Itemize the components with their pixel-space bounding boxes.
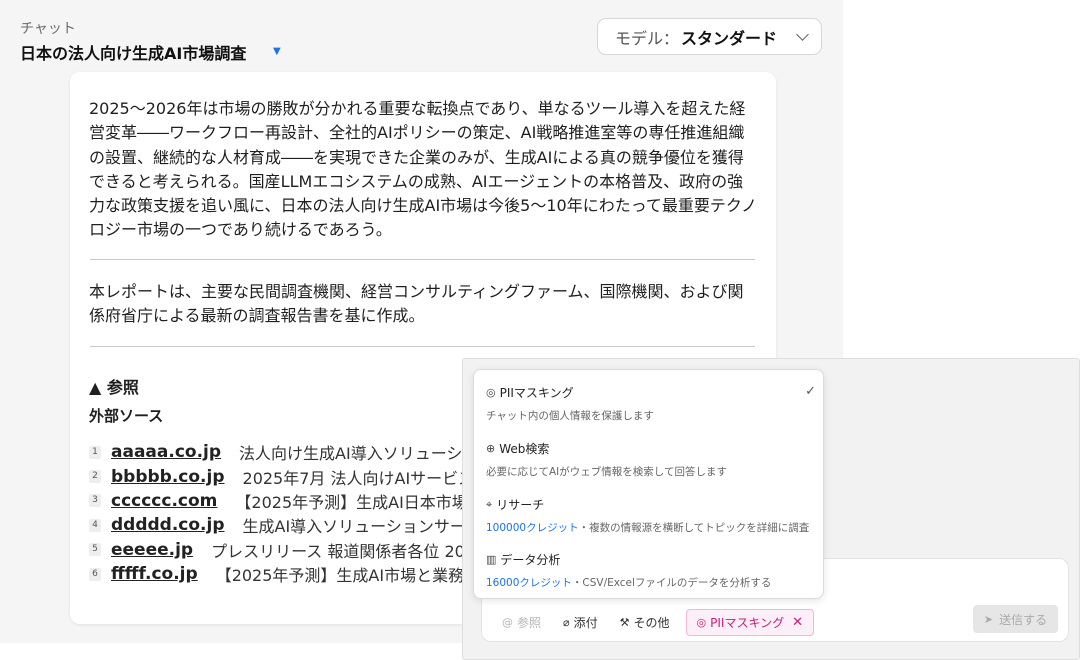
menu-item-pii-masking[interactable]: ◎ PIIマスキング チャット内の個人情報を保護します ✓ (486, 384, 816, 423)
menu-item-title: データ分析 (500, 553, 561, 567)
references-toggle[interactable]: ▲ 参照 (89, 374, 139, 398)
source-title: 【2025年予測】生成AI日本市場 (235, 492, 468, 512)
globe-icon: ⊕ (486, 442, 496, 455)
source-number: 3 (89, 494, 101, 508)
menu-item-title-row: ⌖ リサーチ (486, 496, 816, 513)
menu-item-title: Web検索 (499, 442, 550, 456)
source-title: 法人向け生成AI導入ソリューシ (239, 444, 463, 464)
source-title: プレスリリース 報道関係者各位 20 (211, 541, 465, 561)
menu-item-credit: 100000クレジット (486, 522, 579, 534)
menu-item-title: PIIマスキング (499, 386, 574, 400)
send-icon: ➤ (983, 612, 994, 626)
source-number: 1 (89, 445, 101, 459)
menu-item-data-analysis[interactable]: ▥ データ分析 16000クレジット・CSV/Excelファイルのデータを分析す… (486, 551, 816, 590)
page-subtitle: チャット (20, 21, 76, 37)
close-icon[interactable]: ✕ (792, 615, 803, 630)
send-button[interactable]: ➤ 送信する (973, 605, 1058, 633)
other-label: その他 (633, 616, 670, 630)
source-link[interactable]: cccccc.com (111, 491, 217, 511)
menu-item-credit: 16000クレジット (486, 577, 572, 589)
attach-button[interactable]: ⌀ 添付 (563, 614, 598, 631)
source-link[interactable]: fffff.co.jp (111, 564, 198, 584)
composer-toolbar: @ 参照 ⌀ 添付 ⚒ その他 ◎ PIIマスキング ✕ (502, 609, 815, 636)
source-note-paragraph: 本レポートは、主要な民間調査機関、経営コンサルティングファーム、国際機関、および… (89, 282, 744, 326)
source-title: 生成AI導入ソリューションサー (242, 517, 466, 537)
source-number: 4 (89, 518, 101, 532)
reference-button[interactable]: @ 参照 (502, 614, 541, 631)
menu-item-desc: 必要に応じてAIがウェブ情報を検索して回答します (486, 466, 727, 478)
model-select-value: スタンダード (681, 28, 778, 48)
at-sign-icon: @ (502, 616, 513, 629)
source-link[interactable]: ddddd.co.jp (111, 515, 225, 535)
source-link[interactable]: aaaaa.co.jp (111, 442, 221, 462)
eye-off-icon: ◎ (696, 616, 707, 629)
pii-chip-label: PIIマスキング (710, 616, 785, 630)
menu-item-desc-row: チャット内の個人情報を保護します (486, 408, 816, 423)
check-icon: ✓ (805, 384, 816, 399)
chat-title: 日本の法人向け生成AI市場調査 (20, 44, 247, 63)
chevron-down-icon (796, 28, 809, 41)
menu-item-desc-row: 16000クレジット・CSV/Excelファイルのデータを分析する (486, 575, 816, 590)
reference-label: 参照 (517, 616, 542, 630)
model-select-label: モデル： (615, 28, 680, 48)
bar-chart-icon: ▥ (486, 553, 497, 566)
source-number: 6 (89, 567, 101, 581)
divider (90, 259, 755, 260)
menu-item-title: リサーチ (496, 498, 545, 512)
conclusion-paragraph: 2025〜2026年は市場の勝敗が分かれる重要な転換点であり、単なるツール導入を… (89, 99, 757, 240)
model-select[interactable]: モデル： スタンダード (597, 18, 822, 55)
source-title: 2025年7月 法人向けAIサービス (242, 468, 475, 488)
menu-item-desc-row: 必要に応じてAIがウェブ情報を検索して回答します (486, 464, 816, 479)
telescope-icon: ⌖ (486, 497, 493, 511)
send-label: 送信する (999, 612, 1048, 627)
menu-item-title-row: ⊕ Web検索 (486, 440, 816, 457)
menu-item-desc: ・CSV/Excelファイルのデータを分析する (571, 577, 772, 589)
options-menu: ◎ PIIマスキング チャット内の個人情報を保護します ✓ ⊕ Web検索 必要… (473, 369, 824, 599)
source-number: 2 (89, 470, 101, 484)
menu-item-desc: チャット内の個人情報を保護します (486, 410, 654, 422)
eye-off-icon: ◎ (486, 386, 496, 399)
source-link[interactable]: bbbbb.co.jp (111, 467, 225, 487)
divider (90, 346, 755, 347)
other-button[interactable]: ⚒ その他 (620, 614, 670, 631)
paperclip-icon: ⌀ (563, 616, 570, 629)
source-title: 【2025年予測】生成AI市場と業務 (215, 566, 465, 586)
title-dropdown-icon[interactable]: ▼ (273, 46, 281, 57)
menu-item-desc-row: 100000クレジット・複数の情報源を横断してトピックを詳細に調査 (486, 520, 816, 535)
tools-icon: ⚒ (619, 616, 630, 629)
menu-item-title-row: ◎ PIIマスキング (486, 384, 816, 401)
menu-item-desc: ・複数の情報源を横断してトピックを詳細に調査 (578, 522, 810, 534)
attach-label: 添付 (573, 616, 598, 630)
menu-item-research[interactable]: ⌖ リサーチ 100000クレジット・複数の情報源を横断してトピックを詳細に調査 (486, 496, 816, 535)
pii-masking-chip[interactable]: ◎ PIIマスキング ✕ (685, 609, 815, 636)
menu-item-title-row: ▥ データ分析 (486, 551, 816, 568)
source-link[interactable]: eeeee.jp (111, 540, 193, 560)
source-number: 5 (89, 543, 101, 557)
external-sources-heading: 外部ソース (89, 407, 164, 425)
menu-item-web-search[interactable]: ⊕ Web検索 必要に応じてAIがウェブ情報を検索して回答します (486, 440, 816, 479)
